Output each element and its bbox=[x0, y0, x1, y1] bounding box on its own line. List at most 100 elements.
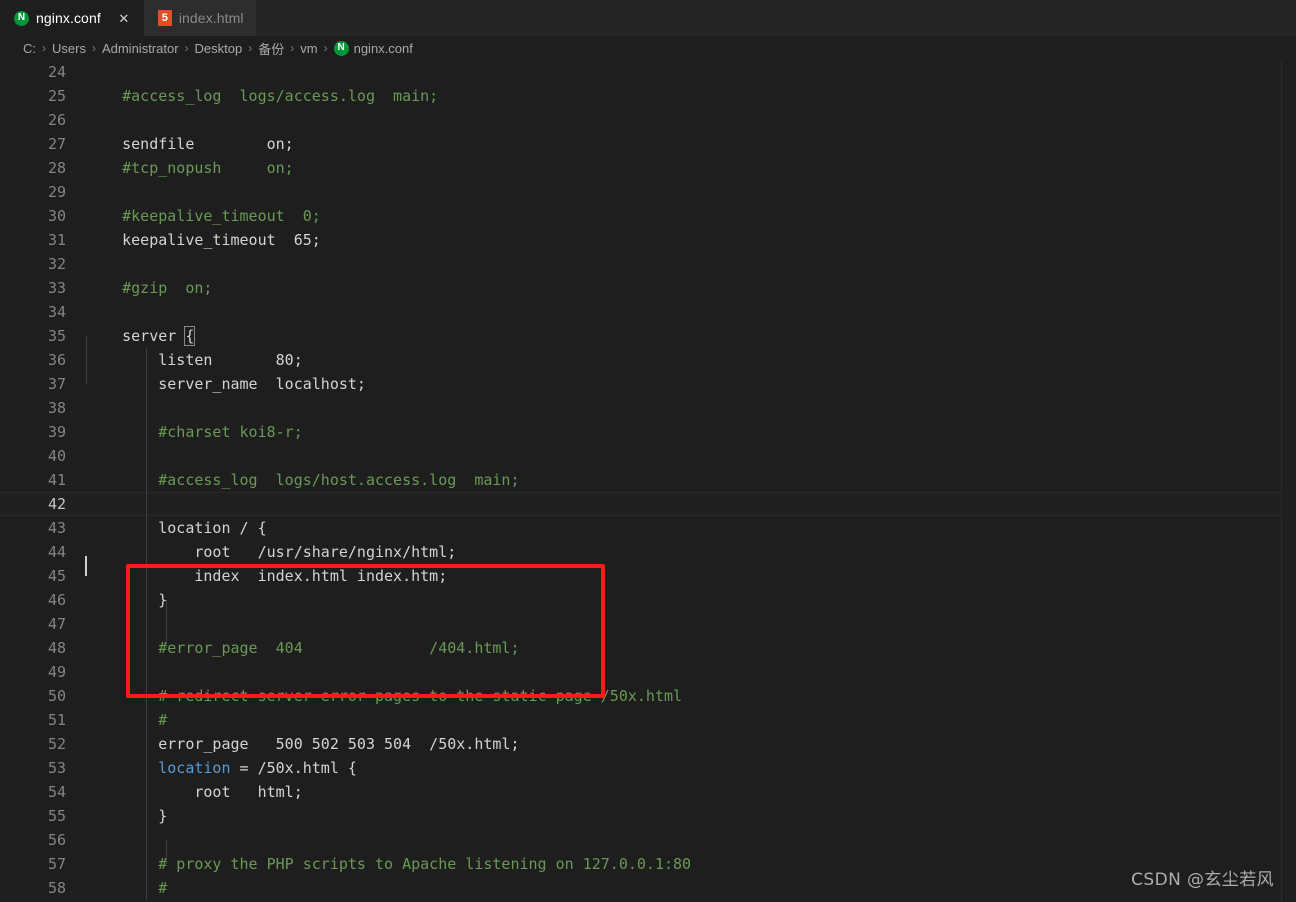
code-text[interactable] bbox=[86, 60, 1296, 84]
chevron-right-icon: › bbox=[184, 41, 189, 55]
code-text[interactable]: } bbox=[86, 804, 1296, 828]
code-text[interactable] bbox=[86, 828, 1296, 852]
code-text[interactable] bbox=[86, 180, 1296, 204]
chevron-right-icon: › bbox=[91, 41, 96, 55]
code-text[interactable]: location = /50x.html { bbox=[86, 756, 1296, 780]
code-text[interactable]: sendfile on; bbox=[86, 132, 1296, 156]
code-line[interactable]: 53 location = /50x.html { bbox=[0, 756, 1296, 780]
code-text[interactable]: root /usr/share/nginx/html; bbox=[86, 540, 1296, 564]
code-text[interactable]: } bbox=[86, 588, 1296, 612]
code-token: } bbox=[86, 807, 168, 825]
code-line[interactable]: 26 bbox=[0, 108, 1296, 132]
code-text[interactable]: #charset koi8-r; bbox=[86, 420, 1296, 444]
code-line[interactable]: 34 bbox=[0, 300, 1296, 324]
code-line[interactable]: 50 # redirect server error pages to the … bbox=[0, 684, 1296, 708]
code-line-current[interactable]: 42 bbox=[0, 492, 1296, 516]
code-text[interactable]: # redirect server error pages to the sta… bbox=[86, 684, 1296, 708]
code-text[interactable]: location / { bbox=[86, 516, 1296, 540]
code-text[interactable] bbox=[86, 300, 1296, 324]
code-text[interactable]: #access_log logs/host.access.log main; bbox=[86, 468, 1296, 492]
code-line[interactable]: 49 bbox=[0, 660, 1296, 684]
tab-index-html[interactable]: 5 index.html bbox=[143, 0, 256, 36]
code-text[interactable]: root html; bbox=[86, 780, 1296, 804]
breadcrumb-item-file[interactable]: N nginx.conf bbox=[333, 40, 414, 56]
code-line[interactable]: 58 # bbox=[0, 876, 1296, 900]
code-text[interactable]: keepalive_timeout 65; bbox=[86, 228, 1296, 252]
code-token: index index.html index.htm; bbox=[86, 567, 448, 585]
code-text[interactable]: server { bbox=[86, 324, 1296, 348]
code-line[interactable]: 41 #access_log logs/host.access.log main… bbox=[0, 468, 1296, 492]
gutter-spacer bbox=[66, 372, 86, 396]
code-text[interactable]: index index.html index.htm; bbox=[86, 564, 1296, 588]
code-line[interactable]: 29 bbox=[0, 180, 1296, 204]
code-line[interactable]: 48 #error_page 404 /404.html; bbox=[0, 636, 1296, 660]
code-text[interactable] bbox=[86, 660, 1296, 684]
code-text[interactable]: #error_page 404 /404.html; bbox=[86, 636, 1296, 660]
breadcrumb-item-vm[interactable]: vm bbox=[299, 41, 318, 56]
code-text[interactable] bbox=[86, 444, 1296, 468]
code-line[interactable]: 32 bbox=[0, 252, 1296, 276]
code-line[interactable]: 44 root /usr/share/nginx/html; bbox=[0, 540, 1296, 564]
code-lines-container[interactable]: 24 25 #access_log logs/access.log main; 26… bbox=[0, 60, 1296, 900]
gutter-spacer bbox=[66, 756, 86, 780]
breadcrumb-item-administrator[interactable]: Administrator bbox=[101, 41, 180, 56]
code-line[interactable]: 43 location / { bbox=[0, 516, 1296, 540]
code-line[interactable]: 51 # bbox=[0, 708, 1296, 732]
code-line[interactable]: 40 bbox=[0, 444, 1296, 468]
code-line[interactable]: 25 #access_log logs/access.log main; bbox=[0, 84, 1296, 108]
line-number: 42 bbox=[47, 495, 66, 513]
code-text[interactable]: #tcp_nopush on; bbox=[86, 156, 1296, 180]
code-text[interactable]: #gzip on; bbox=[86, 276, 1296, 300]
code-comment: #access_log logs/access.log main; bbox=[86, 87, 439, 105]
code-text[interactable] bbox=[86, 493, 1296, 515]
code-text[interactable]: # bbox=[86, 708, 1296, 732]
code-text[interactable] bbox=[86, 612, 1296, 636]
chevron-right-icon: › bbox=[42, 41, 46, 55]
code-line[interactable]: 56 bbox=[0, 828, 1296, 852]
code-line[interactable]: 46 } bbox=[0, 588, 1296, 612]
tab-nginx-conf[interactable]: N nginx.conf ✕ bbox=[0, 0, 144, 36]
indent-guide-server-block bbox=[146, 348, 147, 900]
breadcrumb-item-users[interactable]: Users bbox=[51, 41, 87, 56]
code-text[interactable]: listen 80; bbox=[86, 348, 1296, 372]
minimap-pane[interactable] bbox=[1282, 60, 1296, 902]
gutter-spacer bbox=[66, 276, 86, 300]
code-line[interactable]: 45 index index.html index.htm; bbox=[0, 564, 1296, 588]
code-text[interactable]: # proxy the PHP scripts to Apache listen… bbox=[86, 852, 1296, 876]
code-line[interactable]: 33 #gzip on; bbox=[0, 276, 1296, 300]
breadcrumb-item-beifen[interactable]: 备份 bbox=[257, 39, 285, 58]
code-text[interactable]: #access_log logs/access.log main; bbox=[86, 84, 1296, 108]
line-number: 52 bbox=[47, 735, 66, 753]
code-line[interactable]: 31 keepalive_timeout 65; bbox=[0, 228, 1296, 252]
code-text[interactable] bbox=[86, 108, 1296, 132]
code-line[interactable]: 24 bbox=[0, 60, 1296, 84]
code-line[interactable]: 47 bbox=[0, 612, 1296, 636]
code-text[interactable] bbox=[86, 396, 1296, 420]
code-line[interactable]: 36 listen 80; bbox=[0, 348, 1296, 372]
breadcrumb-item-desktop[interactable]: Desktop bbox=[194, 41, 244, 56]
close-icon[interactable]: ✕ bbox=[116, 10, 132, 26]
code-text[interactable]: error_page 500 502 503 504 /50x.html; bbox=[86, 732, 1296, 756]
line-number: 25 bbox=[47, 87, 66, 105]
code-line[interactable]: 54 root html; bbox=[0, 780, 1296, 804]
code-line[interactable]: 27 sendfile on; bbox=[0, 132, 1296, 156]
code-line[interactable]: 57 # proxy the PHP scripts to Apache lis… bbox=[0, 852, 1296, 876]
code-line[interactable]: 38 bbox=[0, 396, 1296, 420]
code-text[interactable] bbox=[86, 252, 1296, 276]
code-line[interactable]: 55 } bbox=[0, 804, 1296, 828]
line-number: 43 bbox=[47, 519, 66, 537]
code-line[interactable]: 30 #keepalive_timeout 0; bbox=[0, 204, 1296, 228]
code-text[interactable]: # bbox=[86, 876, 1296, 900]
code-line[interactable]: 39 #charset koi8-r; bbox=[0, 420, 1296, 444]
gutter-spacer bbox=[66, 588, 86, 612]
line-number: 37 bbox=[47, 375, 66, 393]
code-text[interactable]: #keepalive_timeout 0; bbox=[86, 204, 1296, 228]
code-line[interactable]: 35 server { bbox=[0, 324, 1296, 348]
code-text[interactable]: server_name localhost; bbox=[86, 372, 1296, 396]
code-line[interactable]: 37 server_name localhost; bbox=[0, 372, 1296, 396]
code-editor[interactable]: 24 25 #access_log logs/access.log main; 26… bbox=[0, 60, 1296, 902]
breadcrumb-item-drive[interactable]: C: bbox=[22, 41, 37, 56]
code-token: listen 80; bbox=[86, 351, 303, 369]
code-line[interactable]: 52 error_page 500 502 503 504 /50x.html; bbox=[0, 732, 1296, 756]
code-line[interactable]: 28 #tcp_nopush on; bbox=[0, 156, 1296, 180]
